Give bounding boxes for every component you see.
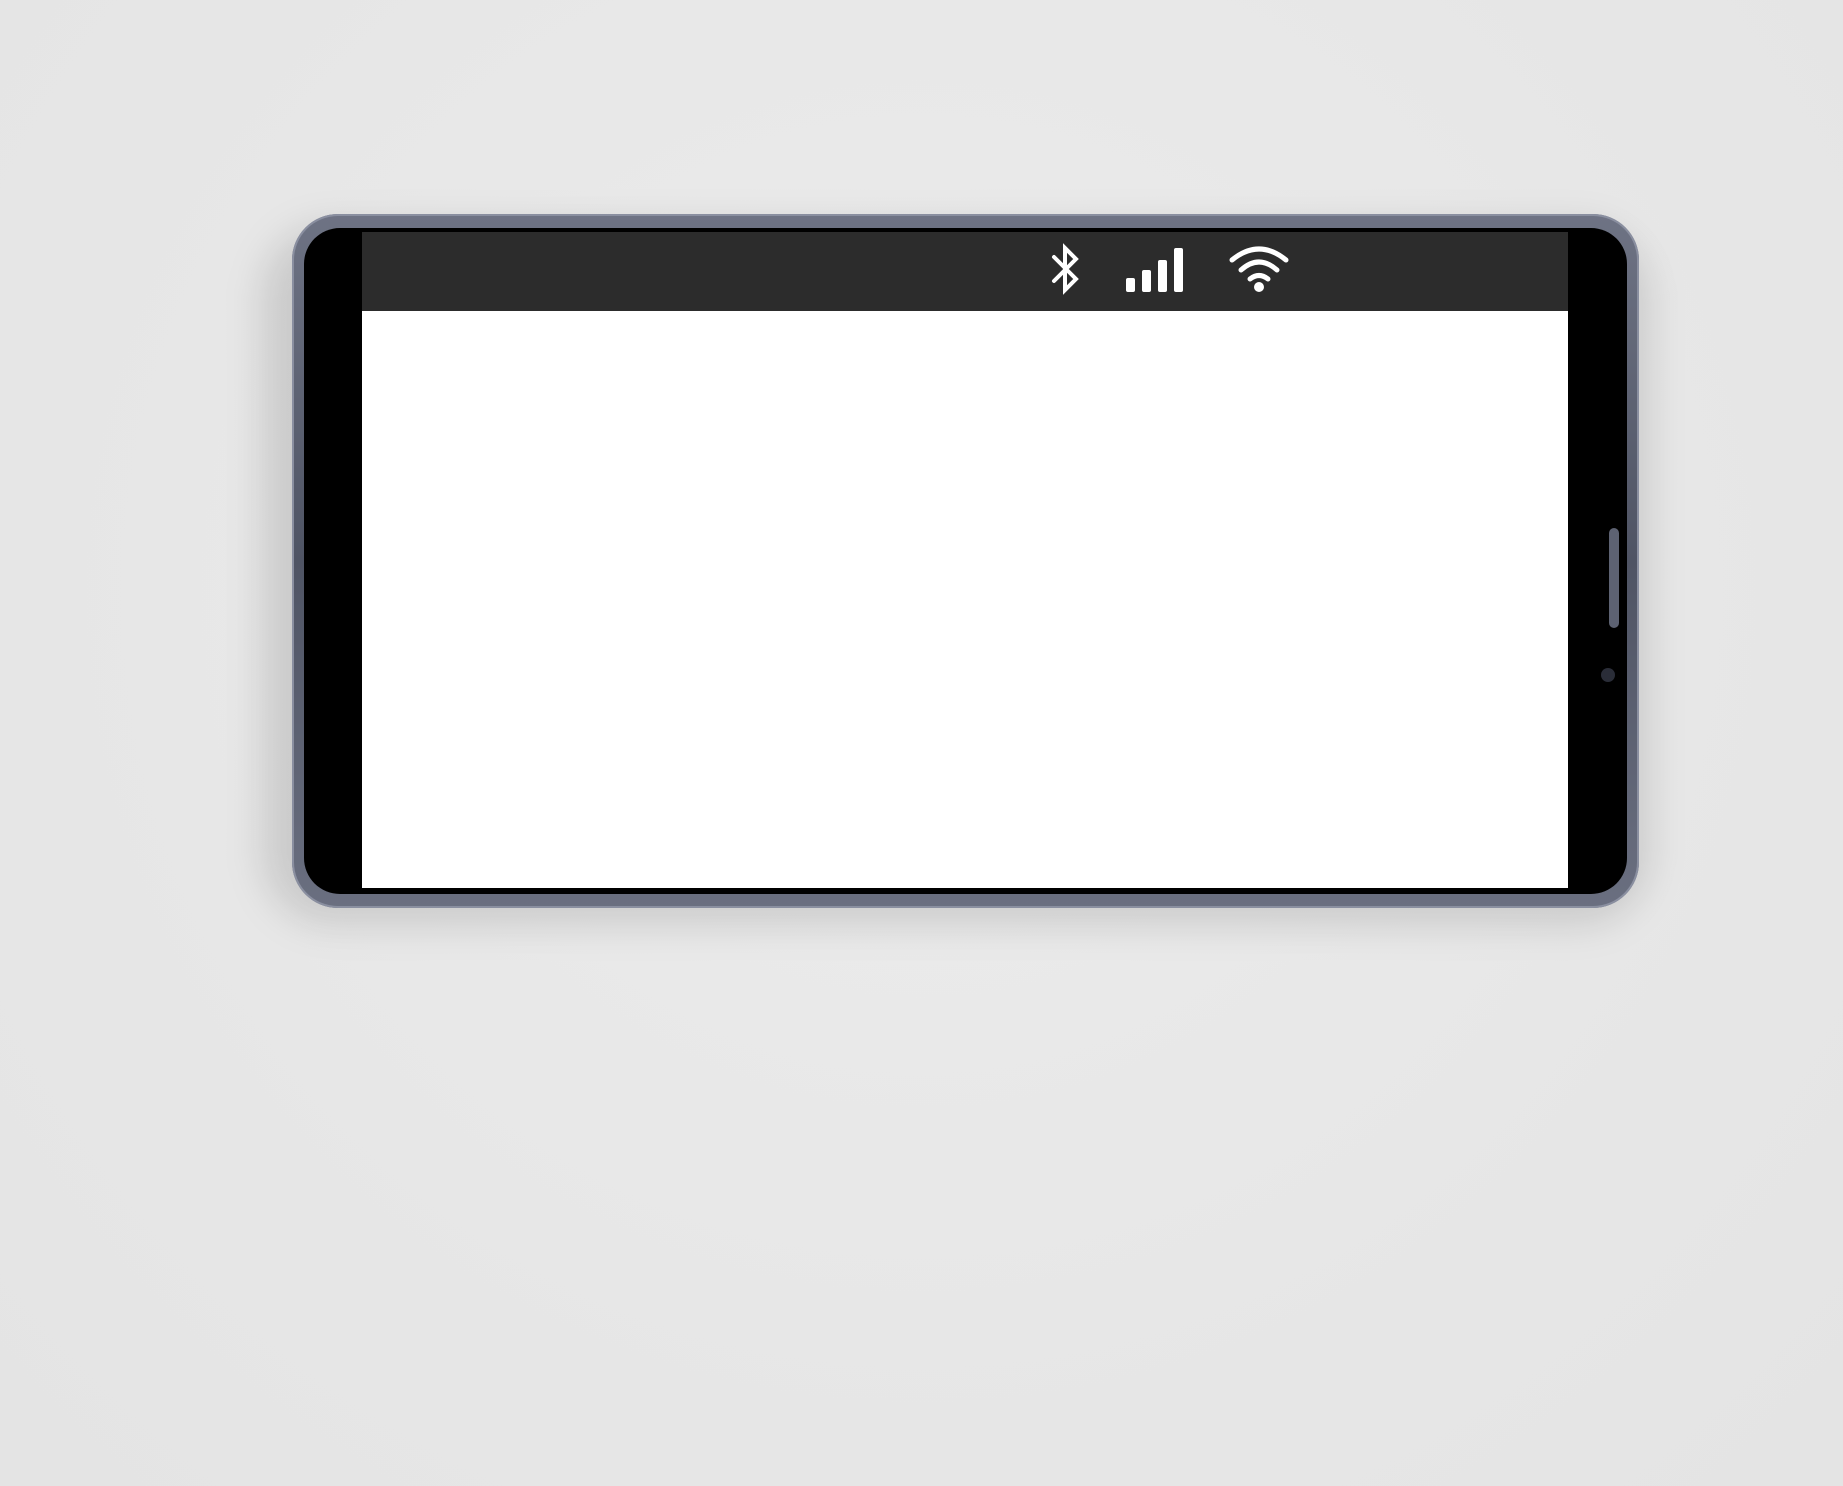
phone-bezel	[304, 228, 1627, 894]
background	[0, 0, 1843, 1486]
phone-screen[interactable]	[362, 232, 1568, 888]
status-bar	[362, 232, 1568, 311]
front-camera	[1601, 668, 1615, 682]
wifi-icon	[1228, 244, 1290, 299]
phone-frame	[292, 214, 1639, 908]
cellular-signal-icon	[1124, 244, 1188, 299]
status-icons	[1048, 232, 1290, 311]
bluetooth-icon	[1048, 239, 1084, 304]
phone-side-button	[1609, 528, 1619, 628]
